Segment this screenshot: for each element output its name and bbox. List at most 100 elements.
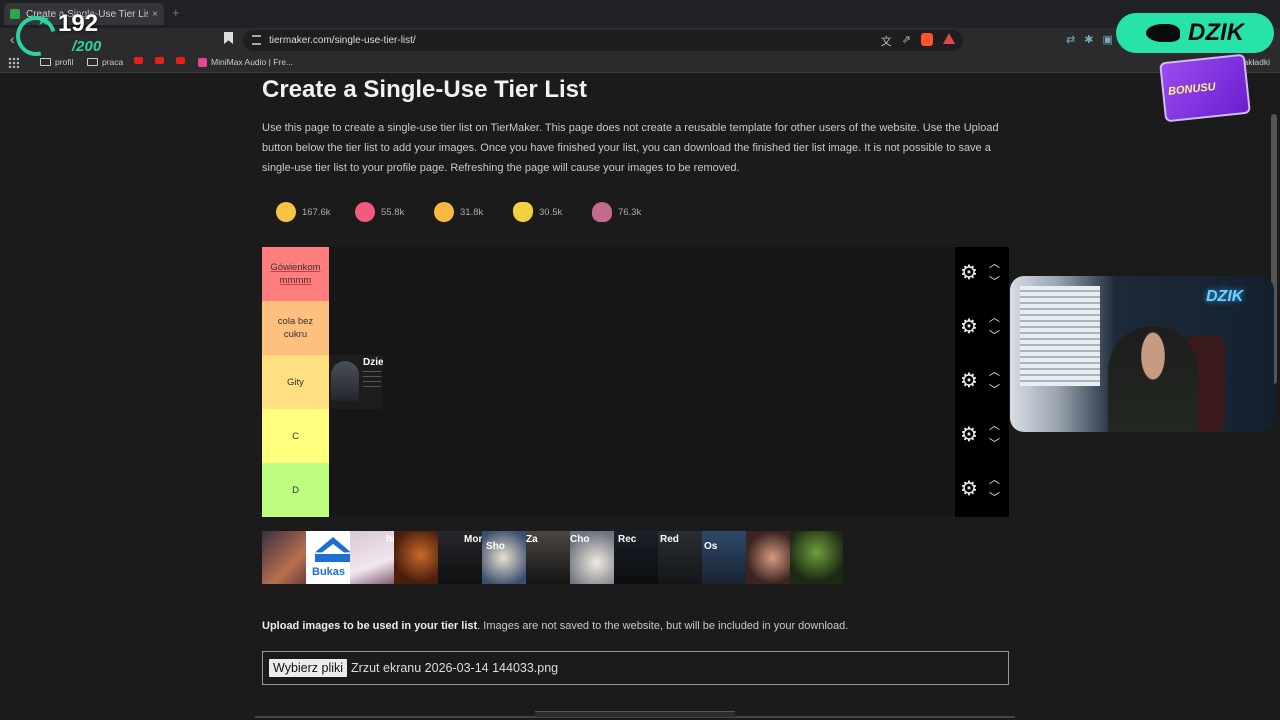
streamer <box>1108 326 1198 432</box>
close-tab-icon[interactable]: × <box>152 9 158 20</box>
reaction-laughing[interactable]: 31.8k <box>424 196 503 228</box>
share-icon[interactable]: ⇗ <box>902 33 911 49</box>
tier-label[interactable]: cola bez cukru <box>262 301 329 355</box>
tier-drop-zone[interactable] <box>329 355 955 409</box>
reaction-count: 55.8k <box>381 206 405 218</box>
tier-label-line: cola bez <box>277 316 314 327</box>
bookmarks-bar: profil praca MiniMax Audio | Fre... akła… <box>0 53 1280 73</box>
reaction-poop[interactable]: 76.3k <box>582 196 661 228</box>
page-title: Create a Single-Use Tier List <box>262 76 588 103</box>
address-bar[interactable]: tiermaker.com/single-use-tier-list/ 文 ⇗ <box>243 30 963 51</box>
pool-image-label: Sho <box>486 541 505 552</box>
chevron-down-icon[interactable]: ﹀ <box>989 273 1000 289</box>
puzzle-icon[interactable]: ✱ <box>1084 33 1093 46</box>
chevron-up-icon[interactable]: ︿ <box>989 255 1000 271</box>
tier-label-line: Gity <box>287 376 304 388</box>
chevron-up-icon[interactable]: ︿ <box>989 417 1000 433</box>
tier-label[interactable]: D <box>262 463 329 517</box>
image-pool: Bukas hm Mort Sho Za Cho Rec Red Os <box>262 531 954 584</box>
chevron-up-icon[interactable]: ︿ <box>989 471 1000 487</box>
tier-drop-zone[interactable] <box>329 247 955 301</box>
translate-icon[interactable]: 文 <box>881 33 892 49</box>
youtube-icon <box>176 57 185 64</box>
reaction-heart-eyes[interactable]: 55.8k <box>345 196 424 228</box>
bookmark-youtube-1[interactable] <box>134 57 143 64</box>
dzik-brand-badge: DZIK <box>1116 13 1274 53</box>
pool-image[interactable] <box>790 531 843 584</box>
tier-drop-zone[interactable] <box>329 301 955 355</box>
tier-label-line: Gówienkom <box>270 262 321 273</box>
pool-image-label: Bukas <box>312 566 346 578</box>
tier-controls: ⚙ ︿ ﹀ <box>955 301 1009 355</box>
chevron-down-icon[interactable]: ﹀ <box>989 381 1000 397</box>
other-bookmarks[interactable]: akładki <box>1244 57 1270 67</box>
bookmark-minimax[interactable]: MiniMax Audio | Fre... <box>198 57 293 67</box>
tier-drop-zone[interactable] <box>329 463 955 517</box>
poop-emoji-icon <box>592 202 612 222</box>
url-text: tiermaker.com/single-use-tier-list/ <box>269 35 416 46</box>
youtube-icon <box>155 57 164 64</box>
chevron-up-icon[interactable]: ︿ <box>989 363 1000 379</box>
webcam-dzik-logo: DZIK <box>1206 288 1244 305</box>
minimax-icon <box>198 57 207 67</box>
youtube-icon <box>134 57 143 64</box>
browser-toolbar: ‹ tiermaker.com/single-use-tier-list/ 文 … <box>0 28 1280 53</box>
bookmark-youtube-2[interactable] <box>155 57 164 64</box>
stream-counter-overlay: ★ 192 /200 <box>6 6 126 64</box>
brave-shields-icon[interactable] <box>921 33 933 46</box>
brave-rewards-icon[interactable] <box>943 33 955 44</box>
tier-controls: ⚙ ︿ ﹀ <box>955 409 1009 463</box>
reaction-count: 30.5k <box>539 206 563 218</box>
extension-icon[interactable]: ⇄ <box>1066 33 1075 46</box>
tier-controls: ⚙ ︿ ﹀ <box>955 355 1009 409</box>
tier-label-line: D <box>292 484 299 496</box>
tier-label[interactable]: C <box>262 409 329 463</box>
horizontal-scrollbar-thumb[interactable] <box>535 711 735 717</box>
reaction-count: 167.6k <box>302 206 331 218</box>
pool-image-label: Red <box>660 534 679 545</box>
star-icon: ★ <box>36 12 51 29</box>
tier-controls: ⚙ ︿ ﹀ <box>955 247 1009 301</box>
pool-image-label: Za <box>526 534 538 545</box>
tier-label-line: mmmm <box>279 275 312 286</box>
counter-total: /200 <box>72 38 102 55</box>
brand-name: DZIK <box>1188 19 1244 46</box>
choose-files-button[interactable]: Wybierz pliki <box>269 659 348 677</box>
upload-instructions: Upload images to be used in your tier li… <box>262 620 848 632</box>
gear-icon[interactable]: ⚙ <box>960 371 978 391</box>
gear-icon[interactable]: ⚙ <box>960 479 978 499</box>
bookmark-youtube-3[interactable] <box>176 57 185 64</box>
tab-bar: Create a Single-Use Tier List (Pr × + <box>0 0 1280 28</box>
site-info-icon[interactable] <box>252 35 261 45</box>
tier-label[interactable]: Gówienkom mmmm <box>262 247 329 301</box>
tier-row: Gówienkom mmmm ⚙ ︿ ﹀ <box>262 247 1009 301</box>
tier-list: Gówienkom mmmm ⚙ ︿ ﹀ cola bez cukru ⚙ ︿ ﹀ Gity… <box>262 247 1009 517</box>
media-icon[interactable]: ▣ <box>1102 33 1112 46</box>
webcam-overlay: DZIK <box>1010 276 1274 432</box>
upload-instructions-rest: . Images are not saved to the website, b… <box>477 620 849 632</box>
tier-drop-zone[interactable] <box>329 409 955 463</box>
tier-label[interactable]: Gity <box>262 355 329 409</box>
file-upload-input[interactable]: Wybierz pliki Zrzut ekranu 2026-03-14 14… <box>262 651 1009 685</box>
window-blind <box>1020 286 1100 386</box>
tier-row: Gity Dzie ⚙ ︿ ﹀ <box>262 355 1009 409</box>
tier-label-line: C <box>292 430 299 442</box>
reaction-grin[interactable]: 167.6k <box>266 196 345 228</box>
reaction-clapping[interactable]: 30.5k <box>503 196 582 228</box>
gear-icon[interactable]: ⚙ <box>960 317 978 337</box>
gear-icon[interactable]: ⚙ <box>960 263 978 283</box>
tier-row: D ⚙ ︿ ﹀ <box>262 463 1009 517</box>
pool-image-label: Cho <box>570 534 590 545</box>
chevron-down-icon[interactable]: ﹀ <box>989 327 1000 343</box>
tier-controls: ⚙ ︿ ﹀ <box>955 463 1009 517</box>
gear-icon[interactable]: ⚙ <box>960 425 978 445</box>
chevron-down-icon[interactable]: ﹀ <box>989 489 1000 505</box>
chevron-down-icon[interactable]: ﹀ <box>989 435 1000 451</box>
tier-image-item[interactable]: Dzie <box>329 355 383 409</box>
chevron-up-icon[interactable]: ︿ <box>989 309 1000 325</box>
clapping-emoji-icon <box>513 202 533 222</box>
grin-emoji-icon <box>276 202 296 222</box>
new-tab-button[interactable]: + <box>172 5 180 20</box>
bookmark-icon[interactable] <box>224 32 233 44</box>
streamer-avatar <box>331 361 359 401</box>
